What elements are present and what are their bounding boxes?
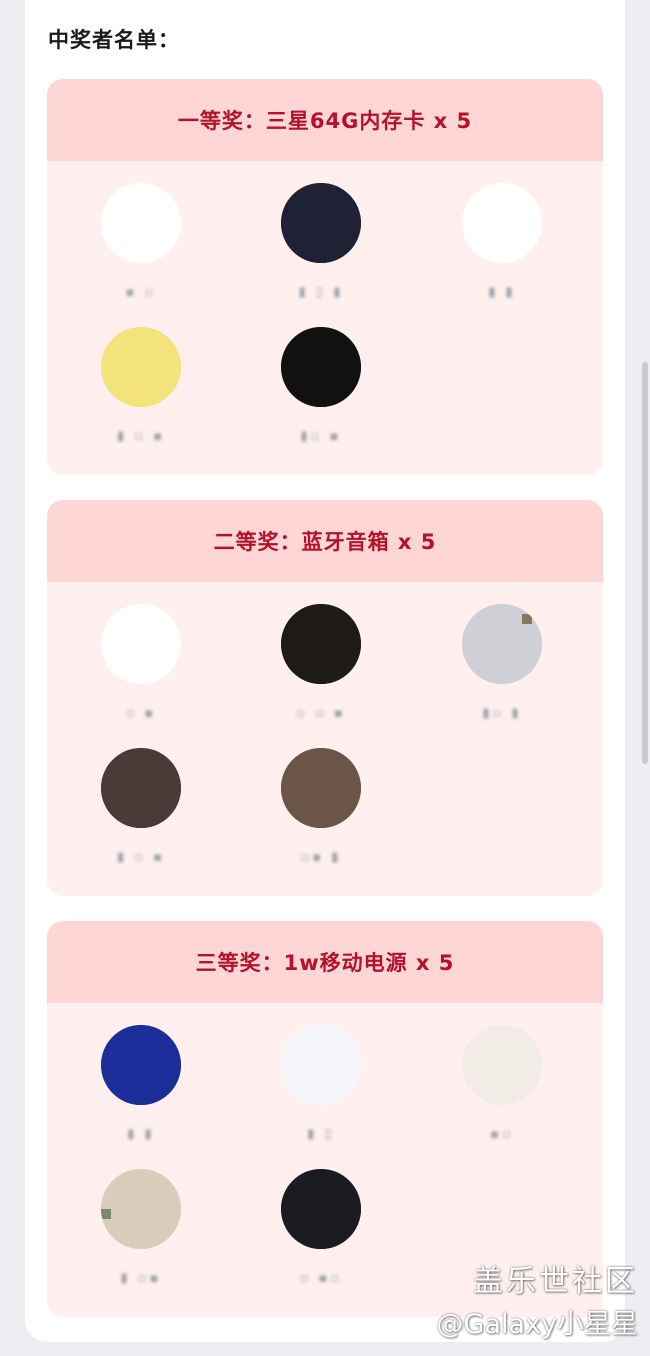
winner-item[interactable]: ▮ ▮ [81,1025,201,1147]
woman-photo-avatar[interactable] [462,1025,542,1105]
penguin-avatar[interactable] [462,183,542,263]
couple-photo-avatar[interactable] [101,748,181,828]
winner-nickname: ▫ ▫ ▪ [296,706,346,721]
dancer-avatar[interactable] [101,604,181,684]
cartoon-boy-avatar[interactable] [101,327,181,407]
winner-nickname: ▮ ▯ ▮ [298,285,344,300]
winner-item[interactable]: ▪ ▫ [81,183,201,305]
winner-nickname: ▮ ▫ ▪ [116,850,166,865]
sunset-photo-avatar[interactable] [281,183,361,263]
galaxy-avatar[interactable] [281,1169,361,1249]
winner-item[interactable]: ▮ ▫▪ [81,1169,201,1291]
winner-nickname: ▫▪ ▮ [300,850,342,865]
scrollbar[interactable] [642,362,648,764]
winner-item[interactable]: ▫▪ ▮ [261,748,381,870]
watermark-community: 盖乐世社区 [473,1264,638,1299]
winner-item[interactable]: ▮ ▯ ▮ [261,183,381,305]
dark-figure-avatar[interactable] [281,327,361,407]
winner-item[interactable]: ▮▫ ▮ [442,604,562,726]
winner-nickname: ▮▫ ▪ [300,429,342,444]
winner-nickname: ▮▫ ▮ [482,706,522,721]
page-title: 中奖者名单： [48,28,180,52]
cat-avatar[interactable] [101,1169,181,1249]
winner-nickname: ▮ ▮ [127,1127,155,1142]
landscape-avatar[interactable] [462,604,542,684]
prize-title-first: 一等奖：三星64G内存卡 x 5 [47,79,603,161]
prize-card-first: 一等奖：三星64G内存卡 x 5 ▪ ▫ ▮ ▯ ▮ ▮ ▮ ▮ ▫ ▪ ▮▫ ▪ [47,79,603,475]
prize-title-second: 二等奖：蓝牙音箱 x 5 [47,500,603,582]
winners-page: 中奖者名单： 一等奖：三星64G内存卡 x 5 ▪ ▫ ▮ ▯ ▮ ▮ ▮ ▮ ▫ ▪… [25,0,625,1342]
winner-item[interactable]: ▮▫ ▪ [261,327,381,449]
prize-title-third: 三等奖：1w移动电源 x 5 [47,921,603,1003]
watermark-author: @Galaxy小星星 [436,1309,638,1340]
winner-nickname: ▫ ▪▫ [299,1271,343,1286]
winner-item[interactable]: ▮ ▫ ▪ [81,327,201,449]
winner-nickname: ▪▫ [490,1127,514,1142]
winner-item[interactable]: ▮ ▫ ▪ [81,748,201,870]
winner-nickname: ▫ ▪ [125,706,157,721]
winner-item[interactable]: ▫ ▫ ▪ [261,604,381,726]
winner-item[interactable]: ▫ ▪ [81,604,201,726]
pikachu-avatar[interactable] [101,183,181,263]
girl-photo-avatar[interactable] [281,748,361,828]
cloud-avatar[interactable] [281,1025,361,1105]
blue-yellow-avatar[interactable] [101,1025,181,1105]
winner-nickname: ▪ ▫ [125,285,157,300]
winner-item[interactable]: ▮ ▯ [261,1025,381,1147]
night-street-avatar[interactable] [281,604,361,684]
winner-item[interactable]: ▮ ▮ [442,183,562,305]
winner-nickname: ▮ ▯ [307,1127,335,1142]
prize-card-second: 二等奖：蓝牙音箱 x 5 ▫ ▪ ▫ ▫ ▪ ▮▫ ▮ ▮ ▫ ▪ ▫▪ ▮ [47,500,603,896]
winner-item[interactable]: ▪▫ [442,1025,562,1147]
winner-nickname: ▮ ▫ ▪ [116,429,166,444]
winner-item[interactable]: ▫ ▪▫ [261,1169,381,1291]
winner-nickname: ▮ ▮ [488,285,516,300]
winner-nickname: ▮ ▫▪ [120,1271,162,1286]
